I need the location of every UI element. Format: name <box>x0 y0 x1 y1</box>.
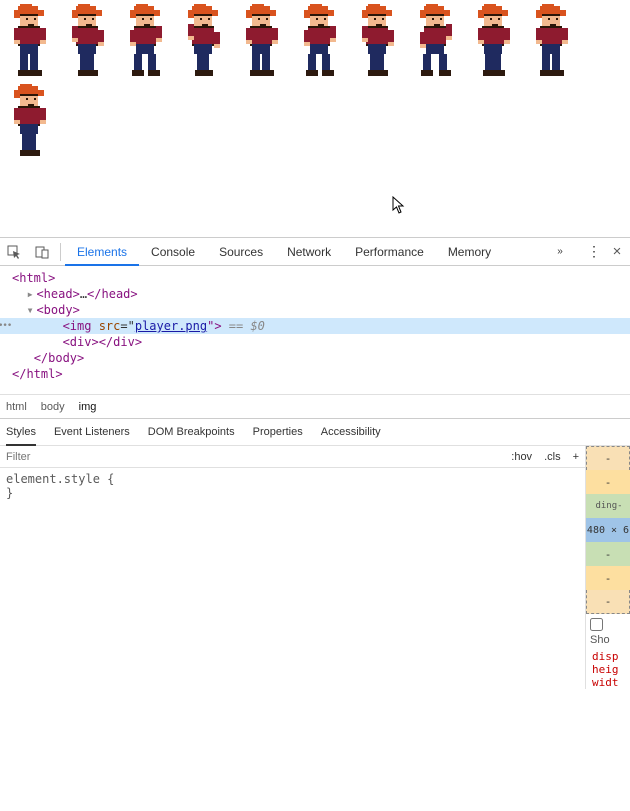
device-toggle-icon[interactable] <box>28 238 56 266</box>
subtab-properties[interactable]: Properties <box>253 418 303 446</box>
sprite-frame <box>466 4 522 82</box>
dom-tree[interactable]: <html> ▸<head>…</head> ▾<body> <img src=… <box>0 266 630 394</box>
dom-html-close: </html> <box>12 367 63 381</box>
divider <box>60 243 61 261</box>
element-style-open: element.style { <box>6 472 579 486</box>
sprite-frame <box>292 4 348 82</box>
styles-filter-bar: :hov .cls + <box>0 446 585 468</box>
crumb-img[interactable]: img <box>79 401 97 413</box>
sprite-frame <box>2 84 58 162</box>
sprite-frame <box>234 4 290 82</box>
dom-head[interactable]: <head> <box>36 287 79 301</box>
computed-properties: disp heig widt <box>586 650 630 689</box>
tabs-overflow-icon[interactable]: » <box>550 246 570 257</box>
new-rule-button[interactable]: + <box>567 451 585 463</box>
tab-performance[interactable]: Performance <box>343 238 436 266</box>
devtools-toolbar: ElementsConsoleSourcesNetworkPerformance… <box>0 238 630 266</box>
crumb-body[interactable]: body <box>41 401 65 413</box>
hov-toggle[interactable]: :hov <box>505 451 538 463</box>
img-src-value[interactable]: player.png <box>135 319 207 333</box>
sprite-frame <box>408 4 464 82</box>
margin-top: - <box>605 452 612 465</box>
mouse-cursor-icon <box>392 196 406 217</box>
cls-toggle[interactable]: .cls <box>538 451 567 463</box>
breadcrumb: html body img <box>0 394 630 418</box>
tab-network[interactable]: Network <box>275 238 343 266</box>
dom-head-close: </head> <box>87 287 138 301</box>
dom-div[interactable]: <div></div> <box>63 335 142 349</box>
devtools-panel: ElementsConsoleSourcesNetworkPerformance… <box>0 237 630 689</box>
tab-memory[interactable]: Memory <box>436 238 503 266</box>
show-all-row[interactable]: Sho <box>586 614 630 650</box>
expand-arrow-icon[interactable]: ▸ <box>26 286 36 302</box>
tab-sources[interactable]: Sources <box>207 238 275 266</box>
console-ref: == $0 <box>222 319 265 333</box>
sprite-frame <box>60 4 116 82</box>
content-size: 480 × 6 <box>587 525 629 536</box>
devtools-close-icon[interactable]: × <box>604 243 630 260</box>
devtools-tabs: ElementsConsoleSourcesNetworkPerformance… <box>65 238 503 266</box>
box-model[interactable]: - - ding- 480 × 6 - - - <box>586 446 630 614</box>
collapse-arrow-icon[interactable]: ▾ <box>26 302 36 318</box>
sprite-frame <box>350 4 406 82</box>
styles-filter-input[interactable] <box>0 451 505 463</box>
sprite-frame <box>118 4 174 82</box>
styles-subtabs: Styles Event Listeners DOM Breakpoints P… <box>0 418 630 446</box>
prop-height[interactable]: heig <box>592 663 630 676</box>
tab-console[interactable]: Console <box>139 238 207 266</box>
subtab-styles[interactable]: Styles <box>6 418 36 446</box>
show-all-checkbox[interactable] <box>590 618 603 631</box>
sprite-frame <box>176 4 232 82</box>
element-style-close: } <box>6 486 579 500</box>
padding-label: ding- <box>593 501 622 511</box>
dom-selected-img[interactable]: <img src="player.png"> == $0 <box>0 318 630 334</box>
dom-html-open[interactable]: <html> <box>12 271 55 285</box>
inspect-icon[interactable] <box>0 238 28 266</box>
styles-pane: :hov .cls + element.style { } - - ding- … <box>0 446 630 689</box>
border-bottom: - <box>605 572 612 585</box>
more-menu-icon[interactable]: ⋮ <box>584 243 604 260</box>
show-all-label: Sho <box>590 634 610 646</box>
page-viewport <box>0 0 630 237</box>
padding-bottom: - <box>605 548 612 561</box>
prop-width[interactable]: widt <box>592 676 630 689</box>
computed-sidebar: - - ding- 480 × 6 - - - Sho disp heig wi… <box>585 446 630 689</box>
style-rules[interactable]: element.style { } <box>0 468 585 504</box>
subtab-dom-breakpoints[interactable]: DOM Breakpoints <box>148 418 235 446</box>
margin-bottom: - <box>605 595 612 608</box>
dom-body-close: </body> <box>34 351 85 365</box>
dom-body[interactable]: <body> <box>36 303 79 317</box>
sprite-frame <box>524 4 580 82</box>
crumb-html[interactable]: html <box>6 401 27 413</box>
sprite-sheet <box>0 0 630 166</box>
subtab-event-listeners[interactable]: Event Listeners <box>54 418 130 446</box>
subtab-accessibility[interactable]: Accessibility <box>321 418 381 446</box>
dom-ellipsis: … <box>80 287 87 301</box>
border-top: - <box>605 476 612 489</box>
sprite-frame <box>2 4 58 82</box>
prop-display[interactable]: disp <box>592 650 630 663</box>
tab-elements[interactable]: Elements <box>65 238 139 266</box>
